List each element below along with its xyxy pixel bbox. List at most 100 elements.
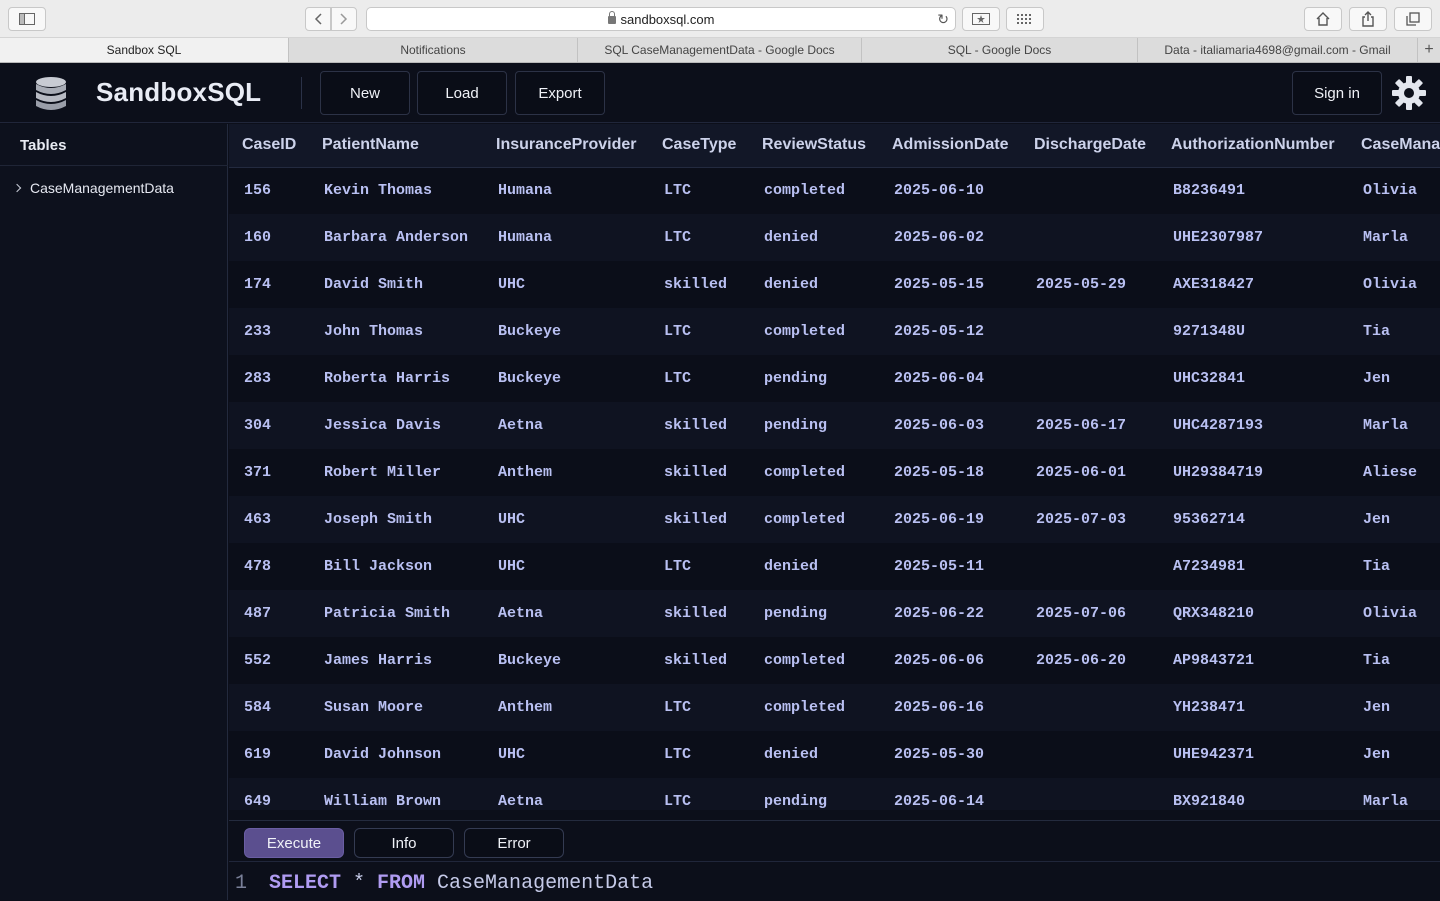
gear-icon[interactable]: [1392, 76, 1426, 110]
table-cell: Tia: [1348, 543, 1440, 590]
table-row[interactable]: 584 Susan Moore Anthem LTC completed 2025-06-…: [229, 684, 1440, 731]
tabs-overview-button[interactable]: [1394, 7, 1432, 31]
sidebar-toggle-icon: [19, 13, 35, 25]
column-header-admissiondate[interactable]: AdmissionDate: [879, 124, 1021, 168]
table-cell: LTC: [649, 543, 749, 590]
browser-tab-google-docs-sql[interactable]: SQL - Google Docs: [862, 38, 1138, 62]
table-row[interactable]: 156 Kevin Thomas Humana LTC completed 2025-06…: [229, 167, 1440, 214]
sign-in-button[interactable]: Sign in: [1292, 71, 1382, 115]
database-icon: [36, 77, 66, 110]
export-button[interactable]: Export: [515, 71, 605, 115]
table-row[interactable]: 487 Patricia Smith Aetna skilled pending 2025…: [229, 590, 1440, 637]
forward-icon: [340, 13, 348, 25]
column-header-casemanager[interactable]: CaseManager: [1348, 124, 1440, 168]
table-cell: Jen: [1348, 684, 1440, 731]
column-header-dischargedate[interactable]: DischargeDate: [1021, 124, 1158, 168]
table-cell: James Harris: [309, 637, 483, 684]
home-button[interactable]: [1304, 7, 1342, 31]
tabs-icon: [1406, 12, 1420, 26]
home-icon: [1316, 12, 1330, 26]
table-row[interactable]: 233 John Thomas Buckeye LTC completed 2025-05…: [229, 308, 1440, 355]
table-cell: 371: [229, 449, 309, 496]
column-header-authorizationnumber[interactable]: AuthorizationNumber: [1158, 124, 1348, 168]
reload-icon[interactable]: ↻: [937, 11, 949, 28]
table-cell: pending: [749, 355, 879, 402]
table-cell: BX921840: [1158, 778, 1348, 810]
column-header-caseid[interactable]: CaseID: [229, 124, 309, 168]
table-cell: pending: [749, 778, 879, 810]
column-header-casetype[interactable]: CaseType: [649, 124, 749, 168]
table-row[interactable]: 463 Joseph Smith UHC skilled completed 2025-0…: [229, 496, 1440, 543]
back-button[interactable]: [305, 7, 331, 31]
code-line[interactable]: SELECT * FROM CaseManagementData: [269, 872, 653, 895]
new-button[interactable]: New: [320, 71, 410, 115]
bookmark-button[interactable]: [962, 7, 1000, 31]
table-cell: 2025-06-06: [879, 637, 1021, 684]
url-text: sandboxsql.com: [620, 11, 715, 27]
browser-tab-notifications[interactable]: Notifications: [289, 38, 578, 62]
execute-button[interactable]: Execute: [244, 828, 344, 858]
table-cell: UH29384719: [1158, 449, 1348, 496]
sql-keyword: FROM: [377, 871, 426, 895]
table-cell: UHC: [483, 496, 649, 543]
table-cell: Jessica Davis: [309, 402, 483, 449]
sidebar-title: Tables: [20, 137, 67, 154]
table-cell: William Brown: [309, 778, 483, 810]
table-cell: Humana: [483, 214, 649, 261]
column-header-reviewstatus[interactable]: ReviewStatus: [749, 124, 879, 168]
column-header-insuranceprovider[interactable]: InsuranceProvider: [483, 124, 649, 168]
table-cell: 156: [229, 167, 309, 214]
table-cell: UHC4287193: [1158, 402, 1348, 449]
table-cell: 584: [229, 684, 309, 731]
table-cell: pending: [749, 402, 879, 449]
browser-tab-google-docs-case[interactable]: SQL CaseManagementData - Google Docs: [578, 38, 862, 62]
table-row[interactable]: 371 Robert Miller Anthem skilled completed 20…: [229, 449, 1440, 496]
load-button[interactable]: Load: [417, 71, 507, 115]
table-cell: Joseph Smith: [309, 496, 483, 543]
table-row[interactable]: 649 William Brown Aetna LTC pending 2025-06-1…: [229, 778, 1440, 810]
address-bar[interactable]: sandboxsql.com ↻: [366, 7, 956, 31]
table-cell: [1021, 355, 1158, 402]
browser-tab-sandbox-sql[interactable]: Sandbox SQL: [0, 38, 289, 62]
table-cell: UHC32841: [1158, 355, 1348, 402]
table-row[interactable]: 283 Roberta Harris Buckeye LTC pending 2025-0…: [229, 355, 1440, 402]
table-cell: UHC: [483, 543, 649, 590]
table-cell: Kevin Thomas: [309, 167, 483, 214]
table-cell: 2025-06-10: [879, 167, 1021, 214]
table-cell: 2025-07-06: [1021, 590, 1158, 637]
table-cell: LTC: [649, 167, 749, 214]
table-cell: 95362714: [1158, 496, 1348, 543]
forward-button[interactable]: [331, 7, 357, 31]
brand-title: SandboxSQL: [96, 77, 262, 107]
table-cell: Marla: [1348, 402, 1440, 449]
table-row[interactable]: 174 David Smith UHC skilled denied 2025-05-15…: [229, 261, 1440, 308]
table-cell: 283: [229, 355, 309, 402]
table-cell: completed: [749, 167, 879, 214]
table-row[interactable]: 619 David Johnson UHC LTC denied 2025-05-30 UH…: [229, 731, 1440, 778]
table-cell: Olivia: [1348, 590, 1440, 637]
info-tab[interactable]: Info: [354, 828, 454, 858]
table-row[interactable]: 160 Barbara Anderson Humana LTC denied 2025-0…: [229, 214, 1440, 261]
sql-editor[interactable]: 1 SELECT * FROM CaseManagementData: [229, 865, 1440, 901]
table-cell: Anthem: [483, 684, 649, 731]
sidebar-toggle-button[interactable]: [8, 7, 46, 31]
table-cell: [1021, 543, 1158, 590]
table-cell: UHE942371: [1158, 731, 1348, 778]
table-cell: [1021, 167, 1158, 214]
table-row[interactable]: 552 James Harris Buckeye skilled completed 20…: [229, 637, 1440, 684]
table-row[interactable]: 478 Bill Jackson UHC LTC denied 2025-05-11 A72…: [229, 543, 1440, 590]
new-tab-button[interactable]: +: [1418, 38, 1440, 62]
error-tab[interactable]: Error: [464, 828, 564, 858]
top-sites-button[interactable]: [1006, 7, 1044, 31]
table-cell: 2025-05-30: [879, 731, 1021, 778]
browser-tab-gmail[interactable]: Data - italiamaria4698@gmail.com - Gmail: [1138, 38, 1418, 62]
table-row[interactable]: 304 Jessica Davis Aetna skilled pending 2025-…: [229, 402, 1440, 449]
column-header-patientname[interactable]: PatientName: [309, 124, 483, 168]
table-cell: 463: [229, 496, 309, 543]
table-cell: Barbara Anderson: [309, 214, 483, 261]
sidebar-item-casemanagementdata[interactable]: CaseManagementData: [12, 178, 174, 198]
share-button[interactable]: [1349, 7, 1387, 31]
bookmark-icon: [972, 13, 990, 25]
table-cell: denied: [749, 731, 879, 778]
header-divider: [301, 77, 302, 109]
